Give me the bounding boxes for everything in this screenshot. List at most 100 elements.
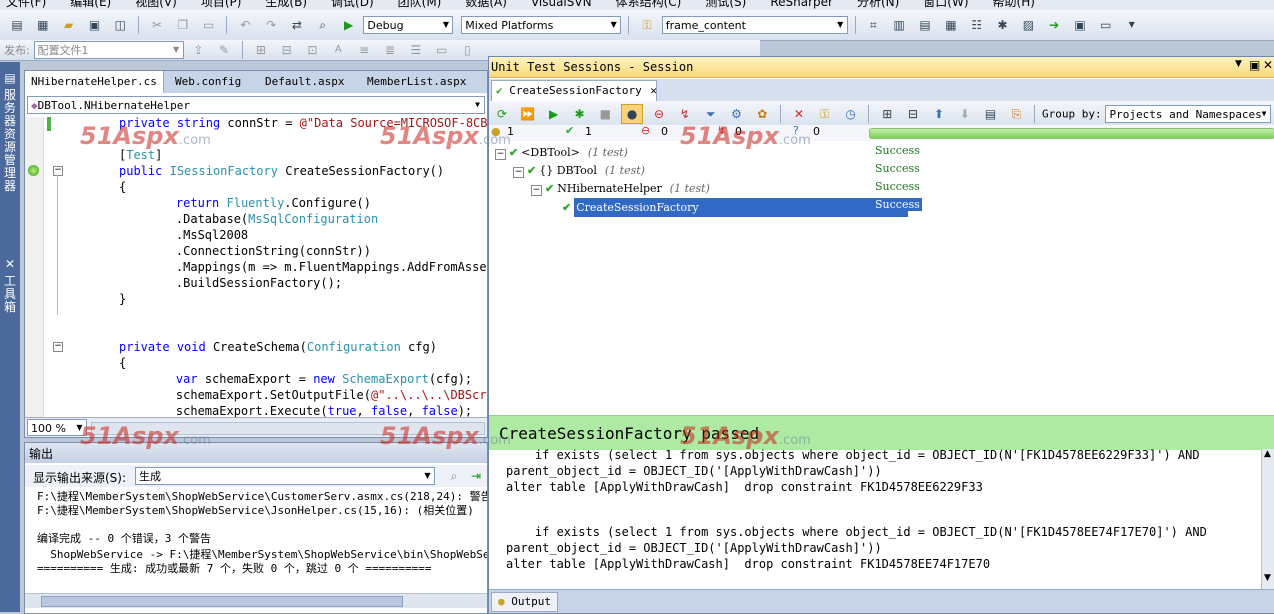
menu-item[interactable]: 生成(B) (265, 0, 307, 9)
new-project-icon[interactable]: ▤ (7, 16, 27, 34)
menu-bar: 文件(F) 编辑(E) 视图(V) 项目(P) 生成(B) 调试(D) 团队(M) 数据(A)… (0, 0, 1274, 10)
format-icon[interactable]: ⊟ (277, 41, 297, 59)
toolbox-icon: ✕ (4, 257, 16, 271)
menu-item[interactable]: VisualSVN (531, 0, 592, 9)
align-icon[interactable]: ≡ (354, 41, 374, 59)
platform-select[interactable]: Mixed Platforms ▼ (461, 16, 622, 34)
menu-item[interactable]: 视图(V) (135, 0, 177, 9)
output-tab[interactable]: ● Output (491, 592, 558, 612)
menu-item[interactable]: 调试(D) (331, 0, 374, 9)
code-line[interactable]: } (119, 291, 126, 307)
navigate-icon[interactable]: ⇄ (287, 16, 307, 34)
class-view-icon[interactable]: ☷ (967, 16, 987, 34)
comment-icon[interactable]: ▭ (432, 41, 452, 59)
font-icon[interactable]: A (328, 41, 348, 59)
tools-icon[interactable]: ✱ (993, 16, 1013, 34)
detail-vertical-scrollbar[interactable]: ▲ ▼ (1261, 449, 1274, 589)
copy-icon[interactable]: ❐ (173, 16, 193, 34)
export-icon[interactable]: ➔ (1044, 16, 1064, 34)
publish-icon[interactable]: ⇪ (188, 41, 208, 59)
layout-icon[interactable]: ⊞ (251, 41, 271, 59)
find-in-files-icon[interactable]: ⌕ (313, 16, 333, 34)
code-line[interactable]: var schemaExport = new SchemaExport(cfg)… (147, 371, 472, 387)
bookmark-icon[interactable]: ▯ (457, 41, 477, 59)
output-line: F:\捷程\MemberSystem\ShopWebService\JsonHe… (37, 504, 474, 517)
menu-item[interactable]: 体系结构(C) (616, 0, 682, 9)
watermark-logo: 51Aspx.com (380, 422, 511, 450)
code-line[interactable]: .Database(MsSqlConfiguration (147, 211, 378, 227)
menu-item[interactable]: 帮助(H) (993, 0, 1035, 9)
find-symbol-icon[interactable]: ⚿ (637, 16, 657, 34)
watermark-logo: 51Aspx.com (680, 122, 811, 150)
code-line[interactable]: .ConnectionString(connStr)) (147, 243, 371, 259)
scroll-down-icon[interactable]: ▼ (1264, 573, 1271, 583)
bottom-tab-strip: ● Output (489, 589, 1274, 613)
server-explorer-tab[interactable]: ▤ 服务器资源管理器 (2, 72, 18, 193)
outdent-icon[interactable]: ☰ (406, 41, 426, 59)
undo-icon[interactable]: ↶ (235, 16, 255, 34)
object-browser-icon[interactable]: ▦ (941, 16, 961, 34)
detail-line: alter table [ApplyWithDrawCash] drop con… (506, 557, 991, 571)
menu-item[interactable]: 编辑(E) (70, 0, 111, 9)
solution-explorer-icon[interactable]: ▥ (889, 16, 909, 34)
server-icon: ▤ (4, 71, 16, 85)
menu-item[interactable]: 文件(F) (6, 0, 46, 9)
menu-item[interactable]: 窗口(W) (923, 0, 968, 9)
output-horizontal-scrollbar[interactable] (25, 593, 487, 608)
detail-line: parent_object_id = OBJECT_ID('[ApplyWith… (506, 541, 882, 555)
cut-icon[interactable]: ✂ (147, 16, 167, 34)
code-line[interactable]: .BuildSessionFactory(); (147, 275, 342, 291)
menu-item[interactable]: 分析(N) (857, 0, 899, 9)
save-all-icon[interactable]: ◫ (110, 16, 130, 34)
find-combo[interactable]: frame_content ▼ (661, 16, 848, 34)
left-sidebar: ▤ 服务器资源管理器 ✕ 工具箱 (0, 62, 20, 612)
code-line[interactable]: private void CreateSchema(Configuration … (119, 339, 437, 355)
publish-label: 发布: (4, 44, 30, 57)
output-text[interactable]: F:\捷程\MemberSystem\ShopWebService\Custom… (25, 443, 487, 613)
output-pane: 输出 显示输出来源(S): 生成 ▼ ⌕ ⇥ F:\捷程\MemberSystem… (24, 442, 488, 614)
menu-item[interactable]: 项目(P) (201, 0, 242, 9)
publish-settings-icon[interactable]: ✎ (214, 41, 234, 59)
find-results-icon[interactable]: ⌗ (863, 16, 883, 34)
start-debug-icon[interactable]: ▶ (339, 16, 359, 34)
code-line[interactable]: schemaExport.SetOutputFile(@"..\..\..\DB… (147, 387, 487, 403)
menu-item[interactable]: 数据(A) (465, 0, 507, 9)
code-line[interactable]: { (119, 355, 126, 371)
watermark-logo: 51Aspx.com (680, 422, 811, 450)
zoom-select[interactable]: 100 % ▼ (27, 419, 87, 436)
scroll-thumb[interactable] (41, 596, 403, 607)
code-line[interactable]: .MsSql2008 (147, 227, 248, 243)
watermark-logo: 51Aspx.com (80, 122, 211, 150)
properties-icon[interactable]: ▤ (915, 16, 935, 34)
toolbox-tab[interactable]: ✕ 工具箱 (2, 258, 18, 314)
paste-icon[interactable]: ▭ (199, 16, 219, 34)
code-line[interactable]: { (119, 179, 126, 195)
unit-test-pane: Unit Test Sessions - Session ▼ ▣ ✕ ✔ Cre… (488, 56, 1274, 614)
publish-profile-select[interactable]: 配置文件1 ▼ (33, 41, 184, 59)
save-icon[interactable]: ▣ (84, 16, 104, 34)
style-icon[interactable]: ⊡ (303, 41, 323, 59)
add-item-icon[interactable]: ▦ (33, 16, 53, 34)
menu-item[interactable]: ReSharper (770, 0, 833, 9)
output-line: ========== 生成: 成功或最新 7 个，失败 0 个，跳过 0 个 =… (37, 562, 432, 575)
scroll-up-icon[interactable]: ▲ (1264, 449, 1271, 459)
standard-toolbar: ▤ ▦ ▰ ▣ ◫ ✂ ❐ ▭ ↶ ↷ ⇄ ⌕ ▶ Debug ▼ Mixed P… (0, 10, 1274, 41)
command-window-icon[interactable]: ▭ (1096, 16, 1116, 34)
output-line: 编译完成 -- 0 个错误，3 个警告 (37, 532, 211, 545)
detail-text[interactable]: if exists (select 1 from sys.objects whe… (489, 57, 1274, 613)
toolbar-overflow-icon[interactable]: ▼ (1122, 16, 1142, 34)
detail-line: parent_object_id = OBJECT_ID('[ApplyWith… (506, 464, 882, 478)
code-line[interactable]: public ISessionFactory CreateSessionFact… (119, 163, 444, 179)
detail-line: if exists (select 1 from sys.objects whe… (506, 448, 1200, 462)
open-folder-icon[interactable]: ▰ (59, 16, 79, 34)
menu-item[interactable]: 团队(M) (398, 0, 442, 9)
redo-icon[interactable]: ↷ (261, 16, 281, 34)
toolbox-icon[interactable]: ▨ (1018, 16, 1038, 34)
config-select[interactable]: Debug ▼ (363, 16, 454, 34)
menu-item[interactable]: 测试(S) (705, 0, 746, 9)
code-line[interactable]: .Mappings(m => m.FluentMappings.AddFromA… (147, 259, 487, 275)
detail-line: if exists (select 1 from sys.objects whe… (506, 525, 1207, 539)
code-line[interactable]: return Fluently.Configure() (147, 195, 371, 211)
indent-icon[interactable]: ≣ (380, 41, 400, 59)
extension-icon[interactable]: ▣ (1070, 16, 1090, 34)
